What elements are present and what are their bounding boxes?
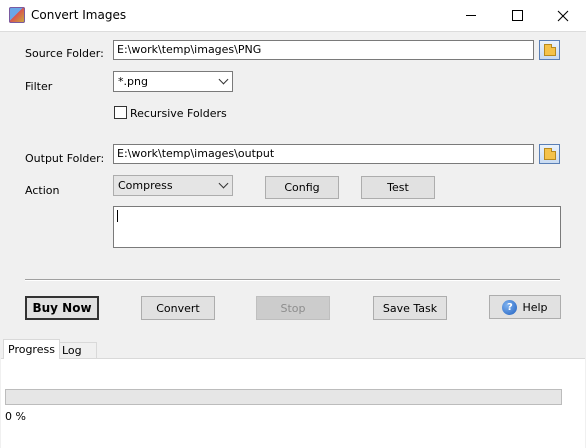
action-selected-value: Compress [118, 179, 173, 192]
test-button[interactable]: Test [361, 176, 435, 199]
title-bar: Convert Images [0, 0, 586, 32]
config-textarea[interactable] [113, 206, 561, 248]
filter-label: Filter [25, 80, 53, 93]
output-folder-browse-button[interactable] [539, 144, 560, 164]
chevron-down-icon [218, 178, 229, 189]
close-icon [557, 10, 569, 21]
tab-log[interactable]: Log [57, 342, 97, 359]
action-label: Action [25, 184, 60, 197]
minimize-button[interactable] [448, 0, 494, 31]
progress-bar [5, 389, 562, 405]
maximize-button[interactable] [494, 0, 540, 31]
app-image-icon [9, 7, 25, 23]
recursive-folders-label: Recursive Folders [130, 107, 227, 120]
config-button[interactable]: Config [265, 176, 339, 199]
recursive-folders-checkbox[interactable] [114, 106, 127, 119]
source-folder-input[interactable]: E:\work\temp\images\PNG [113, 40, 534, 60]
help-icon: ? [502, 299, 518, 315]
folder-icon [543, 147, 556, 160]
tab-progress[interactable]: Progress [3, 339, 60, 359]
progress-percent-text: 0 % [5, 410, 26, 423]
action-select[interactable]: Compress [113, 175, 233, 196]
minimize-icon [466, 15, 476, 16]
source-folder-browse-button[interactable] [539, 40, 560, 60]
close-button[interactable] [540, 0, 586, 31]
output-folder-label: Output Folder: [25, 152, 105, 165]
buy-now-button[interactable]: Buy Now [25, 296, 99, 320]
source-folder-label: Source Folder: [25, 47, 104, 60]
separator [25, 279, 560, 281]
window-title: Convert Images [31, 8, 127, 22]
help-button-label: Help [522, 300, 548, 314]
chevron-down-icon [218, 74, 229, 85]
help-button[interactable]: ? Help [489, 295, 561, 319]
text-caret [117, 210, 118, 222]
folder-icon [543, 43, 556, 56]
output-folder-input[interactable]: E:\work\temp\images\output [113, 144, 534, 164]
maximize-icon [511, 10, 523, 21]
convert-button[interactable]: Convert [141, 296, 215, 320]
stop-button[interactable]: Stop [256, 296, 330, 320]
save-task-button[interactable]: Save Task [373, 296, 447, 320]
filter-selected-value: *.png [118, 75, 148, 88]
filter-select[interactable]: *.png [113, 71, 233, 92]
